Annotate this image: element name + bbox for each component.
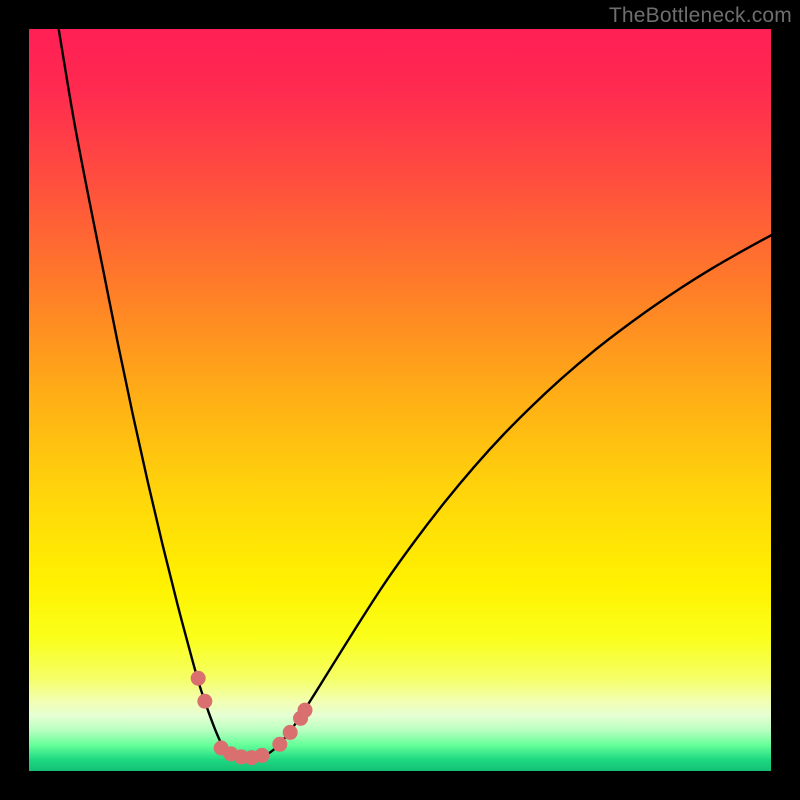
data-marker — [254, 748, 269, 763]
data-marker — [298, 703, 313, 718]
data-marker — [191, 671, 206, 686]
chart-frame: TheBottleneck.com — [0, 0, 800, 800]
data-marker — [283, 725, 298, 740]
watermark-text: TheBottleneck.com — [609, 4, 792, 28]
data-marker — [197, 694, 212, 709]
bottleneck-curve — [59, 29, 771, 759]
curve-layer — [29, 29, 771, 771]
data-marker — [272, 737, 287, 752]
